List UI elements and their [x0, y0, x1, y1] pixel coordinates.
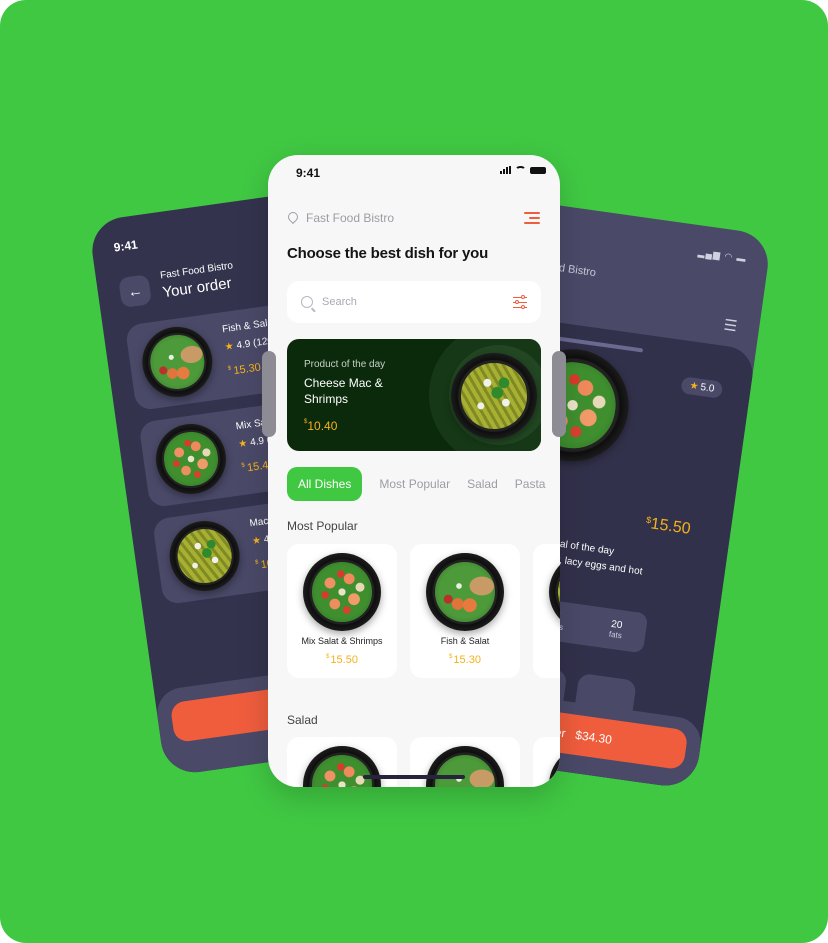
category-tabs: All Dishes Most Popular Salad Pasta: [287, 467, 545, 501]
status-icons: [500, 166, 546, 174]
macro-fats: 20 fats: [608, 618, 624, 641]
dish-price: $15.50: [326, 654, 358, 666]
dish-card[interactable]: [287, 737, 397, 787]
dish-name: Mix Salat & Shrimps: [301, 636, 383, 646]
menu-icon[interactable]: ☰: [723, 316, 739, 336]
tab-all-dishes[interactable]: All Dishes: [287, 467, 363, 501]
star-icon: ★: [251, 535, 262, 548]
dish-card[interactable]: [410, 737, 520, 787]
carousel-next-card[interactable]: [552, 351, 566, 437]
location[interactable]: Fast Food Bistro: [288, 211, 394, 225]
search-input[interactable]: [322, 296, 513, 308]
menu-icon[interactable]: [524, 212, 540, 224]
dish-image: [451, 353, 537, 439]
promo-price: $10.40: [304, 419, 338, 433]
dish-image: [549, 553, 560, 631]
dish-image: [137, 322, 217, 402]
star-icon: ★: [237, 438, 249, 451]
search-icon: [301, 296, 313, 308]
dish-image: [165, 516, 245, 596]
signal-icon: [500, 166, 511, 174]
order-item-price: $15.30: [227, 361, 262, 378]
menu-screen-phone: 9:41 Fast Food Bistro Choose the best di…: [268, 155, 560, 787]
dish-image: [303, 553, 381, 631]
rating-badge: ★5.0: [680, 376, 724, 399]
dish-card[interactable]: [533, 544, 560, 678]
dish-card[interactable]: Fish & Salat $15.30: [410, 544, 520, 678]
promo-dish-name: Cheese Mac & Shrimps: [304, 376, 383, 406]
dish-price: $15.50: [645, 514, 692, 538]
status-time: 9:41: [112, 237, 139, 255]
dish-image: [426, 746, 504, 787]
dish-image: [426, 553, 504, 631]
wifi-icon: [515, 166, 526, 174]
section-title: Most Popular: [287, 519, 358, 533]
section-title: Salad: [287, 713, 318, 727]
dish-image: [303, 746, 381, 787]
dish-price: $15.30: [449, 654, 481, 666]
dish-card[interactable]: Mix Salat & Shrimps $15.50: [287, 544, 397, 678]
filter-icon[interactable]: [513, 294, 527, 309]
dish-image: [549, 746, 560, 787]
page-headline: Choose the best dish for you: [287, 245, 489, 262]
dish-card[interactable]: [533, 737, 560, 787]
back-button[interactable]: ←: [118, 274, 153, 309]
carousel-prev-card[interactable]: [262, 351, 276, 437]
home-indicator: [363, 775, 465, 779]
star-icon: ★: [688, 380, 700, 393]
tab-most-popular[interactable]: Most Popular: [379, 467, 450, 501]
star-icon: ★: [224, 340, 235, 354]
dish-row: [287, 737, 560, 787]
promo-kicker: Product of the day: [304, 359, 386, 370]
dish-name: Fish & Salat: [440, 636, 490, 646]
tab-pasta[interactable]: Pasta: [515, 467, 546, 501]
battery-icon: [530, 166, 546, 174]
background-canvas: 9:41 ← Fast Food Bistro Your order Fish …: [0, 0, 828, 943]
location-pin-icon: [288, 212, 298, 224]
status-icons: ▂▄▆ ◠ ▬: [697, 247, 748, 264]
arrow-left-icon: ←: [126, 281, 144, 301]
search-bar: [287, 281, 541, 323]
tab-salad[interactable]: Salad: [467, 467, 498, 501]
dish-image: [151, 419, 231, 499]
dish-row: Mix Salat & Shrimps $15.50 Fish & Salat …: [287, 544, 560, 678]
location-name: Fast Food Bistro: [306, 211, 395, 225]
product-of-day-banner[interactable]: Product of the day Cheese Mac & Shrimps …: [287, 339, 541, 451]
status-time: 9:41: [296, 166, 321, 180]
